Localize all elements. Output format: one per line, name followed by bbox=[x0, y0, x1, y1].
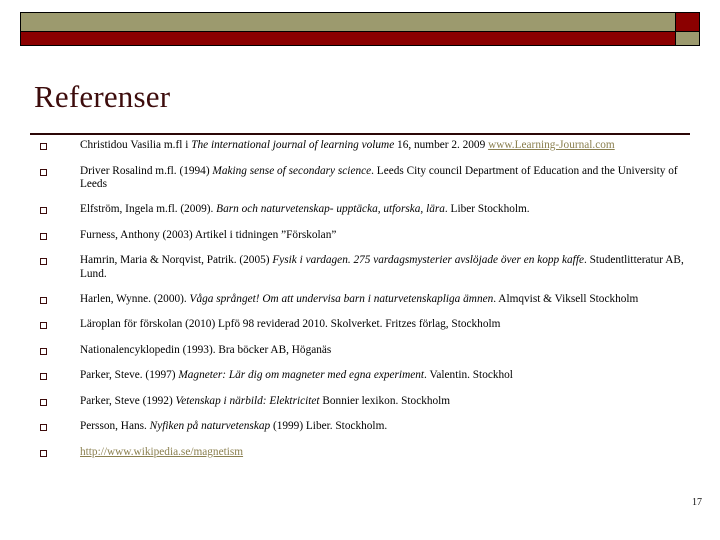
list-item: Elfström, Ingela m.fl. (2009). Barn och … bbox=[30, 203, 695, 217]
reference-text: (1999) Liber. Stockholm. bbox=[270, 420, 388, 433]
ref-parker-1997: Parker, Steve. (1997) Magneter: Lär dig … bbox=[80, 369, 695, 383]
ref-harlen: Harlen, Wynne. (2000). Våga språnget! Om… bbox=[80, 293, 695, 307]
reference-link[interactable]: http://www.wikipedia.se/magnetism bbox=[80, 446, 243, 458]
reference-text: . Valentin. Stockhol bbox=[424, 369, 513, 382]
ref-hamrin: Hamrin, Maria & Norqvist, Patrik. (2005)… bbox=[80, 254, 695, 281]
ref-parker-1992: Parker, Steve (1992) Vetenskap i närbild… bbox=[80, 395, 695, 409]
reference-text: Parker, Steve (1992) bbox=[80, 394, 176, 407]
list-item: Driver Rosalind m.fl. (1994) Making sens… bbox=[30, 165, 695, 192]
decoration-square-olive bbox=[675, 31, 700, 46]
page-title: Referenser bbox=[34, 79, 171, 114]
list-item: Nationalencyklopedin (1993). Bra böcker … bbox=[30, 344, 695, 358]
reference-text: Furness, Anthony (2003) Artikel i tidnin… bbox=[80, 228, 337, 241]
square-bullet-icon bbox=[40, 207, 47, 215]
page-number: 17 bbox=[692, 497, 702, 508]
list-item: Christidou Vasilia m.fl i The internatio… bbox=[30, 139, 695, 153]
reference-text: Läroplan för förskolan (2010) Lpfö 98 re… bbox=[80, 318, 501, 331]
reference-title: Making sense of secondary science bbox=[212, 164, 372, 177]
reference-text: Persson, Hans. bbox=[80, 420, 150, 433]
list-item: http://www.wikipedia.se/magnetism bbox=[30, 446, 695, 460]
reference-text: Nationalencyklopedin (1993). Bra böcker … bbox=[80, 343, 332, 356]
reference-text: . Liber Stockholm. bbox=[444, 203, 530, 216]
slide-header-decoration bbox=[20, 12, 700, 46]
ref-furness: Furness, Anthony (2003) Artikel i tidnin… bbox=[80, 229, 695, 243]
ref-laroplan: Läroplan för förskolan (2010) Lpfö 98 re… bbox=[80, 318, 695, 332]
reference-text: 16, number 2. 2009 bbox=[394, 139, 489, 151]
square-bullet-icon bbox=[40, 232, 47, 240]
reference-text: Christidou Vasilia m.fl i bbox=[80, 139, 192, 151]
list-item: Parker, Steve (1992) Vetenskap i närbild… bbox=[30, 395, 695, 409]
ref-christidou: Christidou Vasilia m.fl i The internatio… bbox=[80, 139, 695, 153]
reference-text: Hamrin, Maria & Norqvist, Patrik. (2005) bbox=[80, 254, 273, 267]
reference-title: The international journal of learning vo… bbox=[191, 139, 395, 151]
reference-text: Harlen, Wynne. (2000). bbox=[80, 292, 190, 305]
decoration-square-red bbox=[675, 12, 700, 32]
list-item: Parker, Steve. (1997) Magneter: Lär dig … bbox=[30, 369, 695, 383]
ref-persson: Persson, Hans. Nyfiken på naturvetenskap… bbox=[80, 420, 695, 434]
square-bullet-icon bbox=[40, 296, 47, 304]
decoration-bar-olive bbox=[20, 12, 676, 32]
list-item: Furness, Anthony (2003) Artikel i tidnin… bbox=[30, 229, 695, 243]
reference-list: Christidou Vasilia m.fl i The internatio… bbox=[30, 139, 695, 471]
ref-driver: Driver Rosalind m.fl. (1994) Making sens… bbox=[80, 165, 695, 192]
list-item: Hamrin, Maria & Norqvist, Patrik. (2005)… bbox=[30, 254, 695, 281]
reference-title: Vetenskap i närbild: Elektricitet bbox=[175, 394, 320, 407]
square-bullet-icon bbox=[40, 347, 47, 355]
title-divider bbox=[30, 133, 690, 135]
square-bullet-icon bbox=[40, 398, 47, 406]
reference-text: Driver Rosalind m.fl. (1994) bbox=[80, 164, 213, 177]
list-item: Harlen, Wynne. (2000). Våga språnget! Om… bbox=[30, 293, 695, 307]
ref-wikipedia: http://www.wikipedia.se/magnetism bbox=[80, 446, 695, 460]
reference-title: Nyfiken på naturvetenskap bbox=[149, 420, 271, 433]
ref-elfstrom: Elfström, Ingela m.fl. (2009). Barn och … bbox=[80, 203, 695, 217]
reference-link[interactable]: www.Learning-Journal.com bbox=[488, 139, 615, 151]
square-bullet-icon bbox=[40, 168, 47, 176]
reference-title: Våga språnget! Om att undervisa barn i n… bbox=[189, 292, 494, 305]
square-bullet-icon bbox=[40, 322, 47, 330]
square-bullet-icon bbox=[40, 143, 47, 150]
ref-nationalencyklopedin: Nationalencyklopedin (1993). Bra böcker … bbox=[80, 344, 695, 358]
reference-title: Barn och naturvetenskap- upptäcka, utfor… bbox=[216, 203, 445, 216]
list-item: Läroplan för förskolan (2010) Lpfö 98 re… bbox=[30, 318, 695, 332]
reference-text: Elfström, Ingela m.fl. (2009). bbox=[80, 203, 217, 216]
reference-text: . Almqvist & Viksell Stockholm bbox=[493, 292, 639, 305]
reference-title: Fysik i vardagen. 275 vardagsmysterier a… bbox=[272, 254, 584, 267]
decoration-bar-red bbox=[20, 31, 676, 46]
square-bullet-icon bbox=[40, 258, 47, 266]
square-bullet-icon bbox=[40, 424, 47, 432]
list-item: Persson, Hans. Nyfiken på naturvetenskap… bbox=[30, 420, 695, 434]
square-bullet-icon bbox=[40, 449, 47, 457]
reference-text: Parker, Steve. (1997) bbox=[80, 369, 179, 382]
reference-title: Magneter: Lär dig om magneter med egna e… bbox=[178, 369, 425, 382]
reference-text: Bonnier lexikon. Stockholm bbox=[319, 394, 451, 407]
square-bullet-icon bbox=[40, 373, 47, 381]
